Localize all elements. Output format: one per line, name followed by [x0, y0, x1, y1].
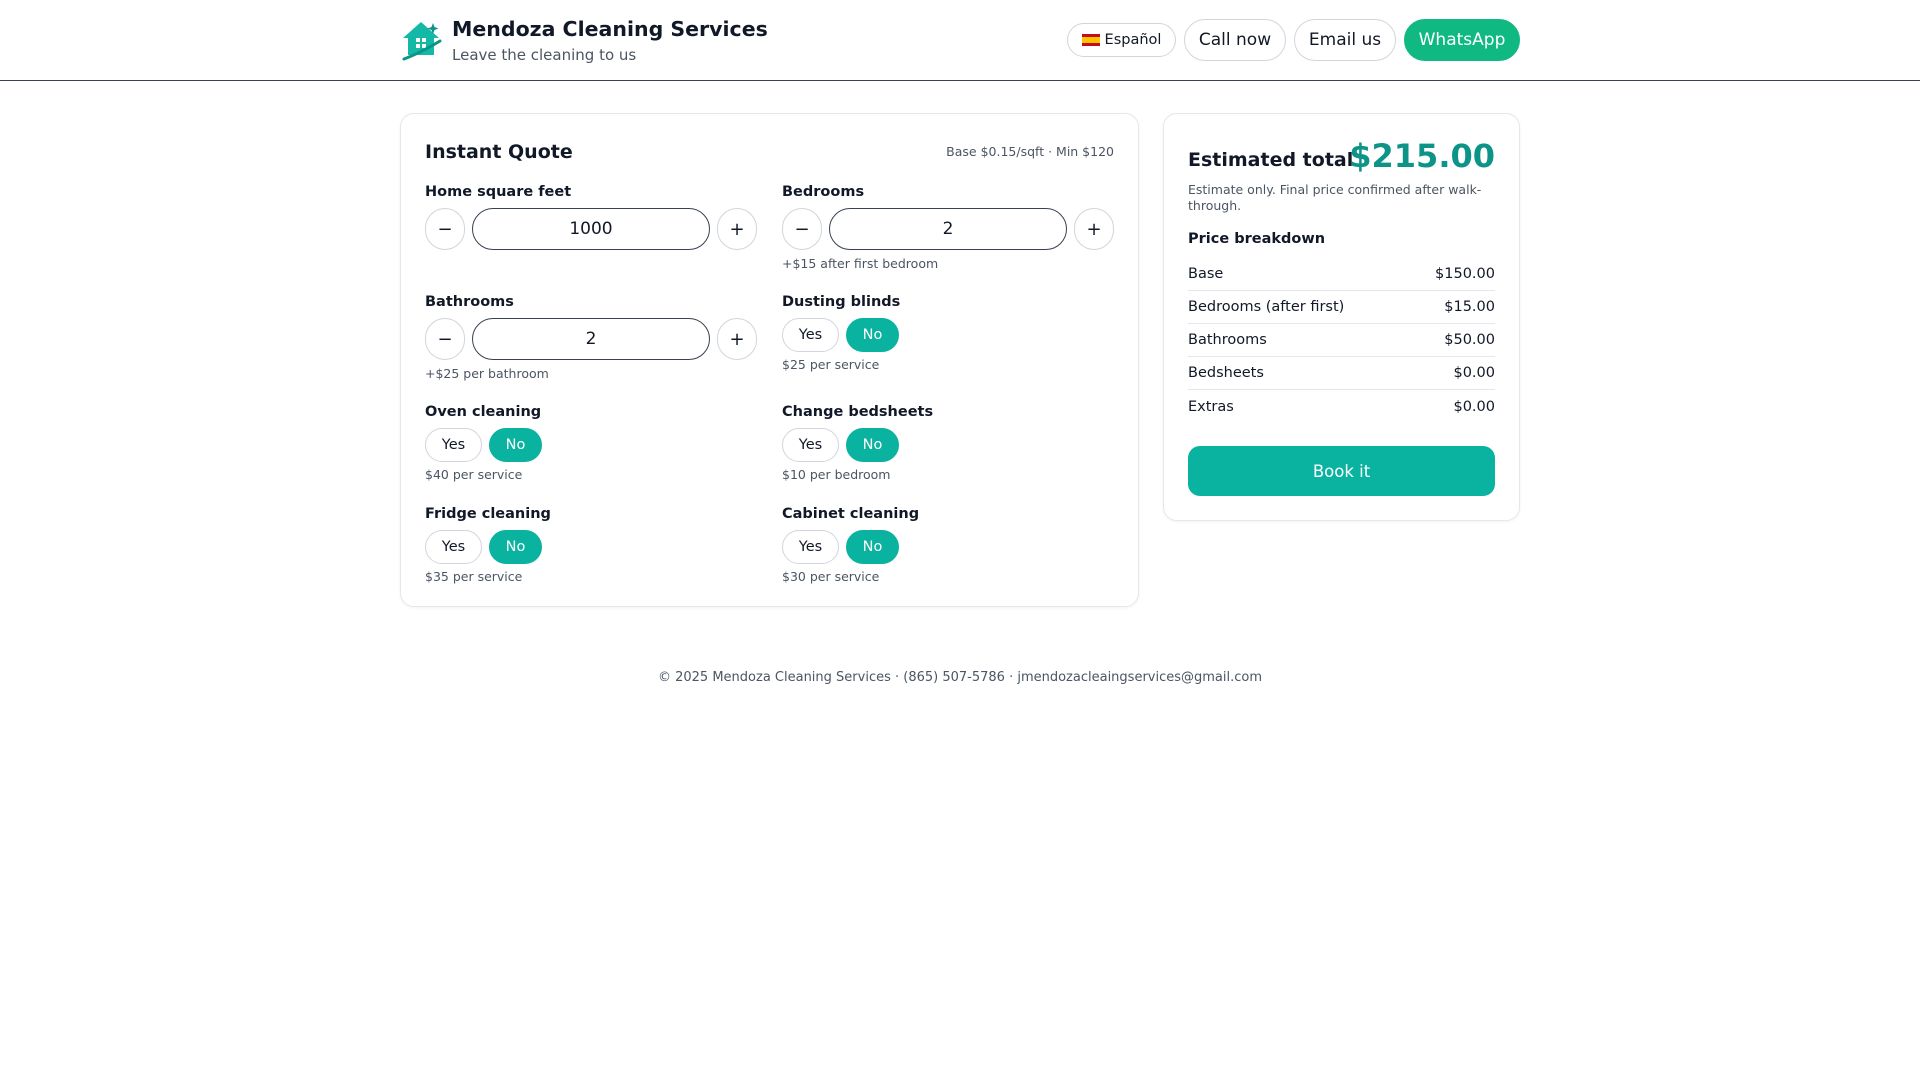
bedrooms-decrement-button[interactable]: −: [782, 208, 822, 250]
quote-title: Instant Quote: [425, 141, 573, 163]
change-bedsheets-hint: $10 per bedroom: [782, 467, 891, 482]
dusting-blinds-hint: $25 per service: [782, 357, 880, 372]
oven-cleaning-yes-button[interactable]: Yes: [425, 428, 482, 462]
bathrooms-increment-button[interactable]: +: [717, 318, 757, 360]
bedrooms-hint: +$15 after first bedroom: [782, 256, 939, 271]
bedrooms-input[interactable]: 2: [829, 208, 1067, 250]
sqft-stepper: − 1000 +: [425, 208, 757, 250]
breakdown-label: Bedsheets: [1188, 365, 1264, 381]
breakdown-value: $0.00: [1453, 365, 1495, 381]
estimated-total-card: Estimated total $215.00 Estimate only. F…: [1163, 113, 1520, 521]
house-sparkle-icon: [402, 22, 442, 61]
breakdown-label: Base: [1188, 266, 1224, 282]
oven-cleaning-field: Oven cleaning Yes No $40 per service: [425, 403, 757, 482]
site-header: Mendoza Cleaning Services Leave the clea…: [0, 0, 1920, 81]
bedrooms-increment-button[interactable]: +: [1074, 208, 1114, 250]
whatsapp-button[interactable]: WhatsApp: [1404, 19, 1520, 61]
bathrooms-stepper: − 2 +: [425, 318, 757, 360]
bathrooms-label: Bathrooms: [425, 294, 514, 310]
fridge-cleaning-no-button[interactable]: No: [489, 530, 542, 564]
book-it-button[interactable]: Book it: [1188, 446, 1495, 496]
bathrooms-hint: +$25 per bathroom: [425, 366, 549, 381]
dusting-blinds-yes-button[interactable]: Yes: [782, 318, 839, 352]
dusting-blinds-label: Dusting blinds: [782, 294, 901, 310]
bathrooms-input[interactable]: 2: [472, 318, 710, 360]
cabinet-cleaning-yes-button[interactable]: Yes: [782, 530, 839, 564]
dusting-blinds-field: Dusting blinds Yes No $25 per service: [782, 293, 1114, 372]
estimated-total-amount: $215.00: [1349, 137, 1495, 175]
cabinet-cleaning-hint: $30 per service: [782, 569, 880, 584]
breakdown-row: Bathrooms $50.00: [1188, 324, 1495, 357]
language-label: Español: [1104, 32, 1162, 48]
fridge-cleaning-toggle: Yes No: [425, 530, 757, 564]
breakdown-value: $0.00: [1453, 398, 1495, 415]
cabinet-cleaning-no-button[interactable]: No: [846, 530, 899, 564]
change-bedsheets-label: Change bedsheets: [782, 404, 934, 420]
quote-base-note: Base $0.15/sqft · Min $120: [946, 144, 1114, 159]
sqft-label: Home square feet: [425, 184, 572, 200]
bedrooms-field: Bedrooms − 2 + +$15 after first bedroom: [782, 183, 1114, 271]
change-bedsheets-yes-button[interactable]: Yes: [782, 428, 839, 462]
bedrooms-stepper: − 2 +: [782, 208, 1114, 250]
sqft-decrement-button[interactable]: −: [425, 208, 465, 250]
fridge-cleaning-hint: $35 per service: [425, 569, 523, 584]
breakdown-label: Extras: [1188, 398, 1234, 415]
estimate-disclaimer: Estimate only. Final price confirmed aft…: [1188, 182, 1482, 213]
breakdown-row: Base $150.00: [1188, 258, 1495, 291]
breakdown-row: Bedrooms (after first) $15.00: [1188, 291, 1495, 324]
sqft-field: Home square feet − 1000 +: [425, 183, 757, 250]
breakdown-value: $15.00: [1444, 299, 1495, 315]
cabinet-cleaning-toggle: Yes No: [782, 530, 1114, 564]
call-now-button[interactable]: Call now: [1184, 19, 1286, 61]
dusting-blinds-toggle: Yes No: [782, 318, 1114, 352]
language-button[interactable]: Español: [1067, 23, 1176, 57]
sqft-increment-button[interactable]: +: [717, 208, 757, 250]
breakdown-value: $150.00: [1435, 266, 1495, 282]
breakdown-row: Bedsheets $0.00: [1188, 357, 1495, 390]
instant-quote-card: Instant Quote Base $0.15/sqft · Min $120…: [400, 113, 1139, 607]
fridge-cleaning-yes-button[interactable]: Yes: [425, 530, 482, 564]
sqft-input[interactable]: 1000: [472, 208, 710, 250]
oven-cleaning-toggle: Yes No: [425, 428, 757, 462]
bathrooms-field: Bathrooms − 2 + +$25 per bathroom: [425, 293, 757, 381]
breakdown-value: $50.00: [1444, 332, 1495, 348]
price-breakdown-title: Price breakdown: [1188, 231, 1326, 247]
cabinet-cleaning-field: Cabinet cleaning Yes No $30 per service: [782, 505, 1114, 584]
breakdown-label: Bedrooms (after first): [1188, 299, 1345, 315]
oven-cleaning-hint: $40 per service: [425, 467, 523, 482]
change-bedsheets-field: Change bedsheets Yes No $10 per bedroom: [782, 403, 1114, 482]
fridge-cleaning-label: Fridge cleaning: [425, 506, 551, 522]
breakdown-row: Extras $0.00: [1188, 390, 1495, 423]
estimated-total-label: Estimated total: [1188, 149, 1354, 171]
oven-cleaning-no-button[interactable]: No: [489, 428, 542, 462]
brand-title: Mendoza Cleaning Services: [452, 17, 768, 41]
dusting-blinds-no-button[interactable]: No: [846, 318, 899, 352]
oven-cleaning-label: Oven cleaning: [425, 404, 542, 420]
brand-tagline: Leave the cleaning to us: [452, 46, 637, 64]
change-bedsheets-toggle: Yes No: [782, 428, 1114, 462]
cabinet-cleaning-label: Cabinet cleaning: [782, 506, 920, 522]
fridge-cleaning-field: Fridge cleaning Yes No $35 per service: [425, 505, 757, 584]
spain-flag-icon: [1081, 34, 1100, 46]
bathrooms-decrement-button[interactable]: −: [425, 318, 465, 360]
change-bedsheets-no-button[interactable]: No: [846, 428, 899, 462]
price-breakdown-list: Base $150.00 Bedrooms (after first) $15.…: [1188, 258, 1495, 423]
email-us-button[interactable]: Email us: [1294, 19, 1396, 61]
bedrooms-label: Bedrooms: [782, 184, 865, 200]
breakdown-label: Bathrooms: [1188, 332, 1267, 348]
site-footer: © 2025 Mendoza Cleaning Services · (865)…: [657, 670, 1263, 685]
